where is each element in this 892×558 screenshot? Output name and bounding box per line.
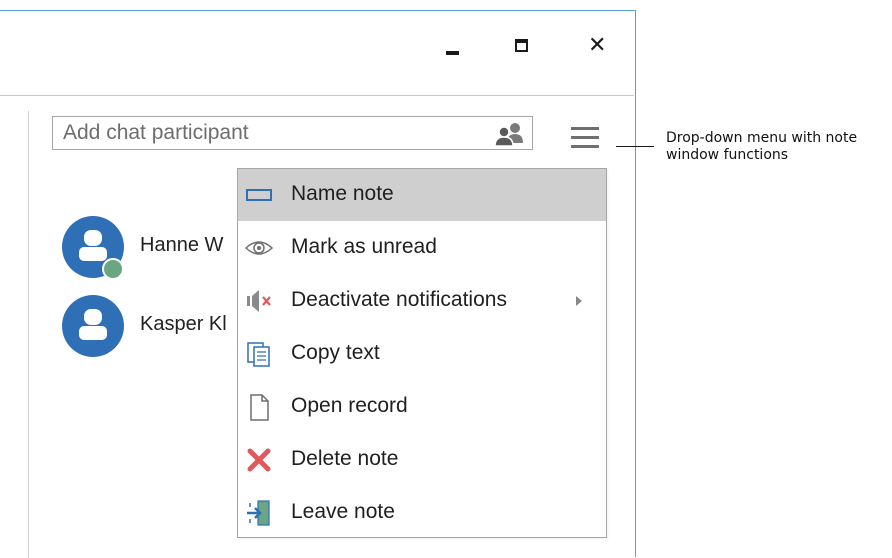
- maximize-icon: [515, 39, 528, 52]
- avatar: [62, 295, 124, 357]
- menu-item-delete-note[interactable]: Delete note: [238, 434, 606, 486]
- participant-row[interactable]: Hanne W: [62, 216, 242, 280]
- hamburger-line: [571, 145, 599, 148]
- delete-x-icon: [247, 448, 271, 472]
- submenu-arrow-icon: [576, 296, 582, 306]
- menu-item-label: Delete note: [291, 447, 399, 470]
- menu-item-deactivate-notifications[interactable]: Deactivate notifications: [238, 275, 606, 327]
- menu-item-copy-text[interactable]: Copy text: [238, 328, 606, 380]
- callout-line: [616, 146, 654, 147]
- eye-icon: [244, 241, 274, 255]
- participant-row[interactable]: Kasper Kl: [62, 295, 242, 357]
- person-icon: [79, 309, 107, 340]
- add-participant-field: [52, 116, 533, 150]
- callout-label: Drop-down menu with note window function…: [666, 130, 858, 163]
- menu-item-label: Mark as unread: [291, 235, 437, 258]
- minimize-button[interactable]: [440, 33, 470, 63]
- hamburger-line: [571, 136, 599, 139]
- exit-icon: [247, 500, 270, 526]
- copy-icon: [247, 342, 270, 367]
- left-divider: [28, 111, 29, 558]
- maximize-button[interactable]: [508, 33, 538, 63]
- minimize-icon: [446, 51, 459, 55]
- menu-item-label: Name note: [291, 182, 394, 205]
- rename-icon: [246, 189, 272, 201]
- hamburger-line: [571, 127, 599, 130]
- menu-item-label: Leave note: [291, 500, 395, 523]
- title-separator: [0, 95, 634, 96]
- close-icon: ✕: [588, 33, 607, 58]
- online-status-icon: [102, 258, 124, 280]
- people-icon[interactable]: [493, 121, 527, 147]
- menu-item-label: Copy text: [291, 341, 380, 364]
- document-icon: [250, 394, 269, 421]
- participant-name: Kasper Kl: [140, 313, 227, 335]
- add-participant-input[interactable]: [53, 117, 483, 149]
- mute-speaker-icon: [247, 290, 271, 312]
- hamburger-menu-button[interactable]: [567, 123, 603, 153]
- menu-item-open-record[interactable]: Open record: [238, 381, 606, 433]
- menu-item-leave-note[interactable]: Leave note: [238, 487, 606, 537]
- menu-item-label: Open record: [291, 394, 408, 417]
- menu-item-name-note[interactable]: Name note: [238, 169, 606, 221]
- menu-item-label: Deactivate notifications: [291, 288, 507, 311]
- close-button[interactable]: ✕: [585, 33, 615, 63]
- note-functions-dropdown: Name note Mark as unread Deactivate noti…: [237, 168, 607, 538]
- menu-item-mark-as-unread[interactable]: Mark as unread: [238, 222, 606, 274]
- participant-name: Hanne W: [140, 234, 224, 256]
